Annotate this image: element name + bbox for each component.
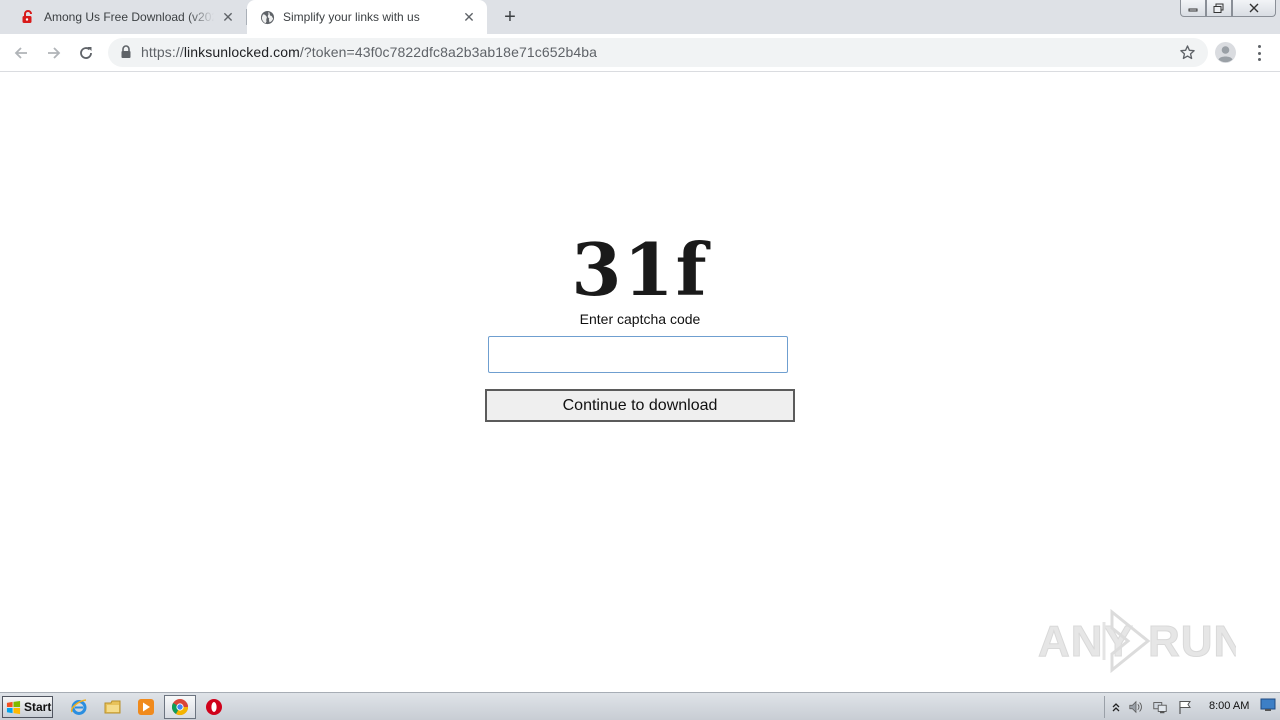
forward-button[interactable] bbox=[42, 41, 66, 65]
close-window-icon bbox=[1249, 3, 1259, 13]
url-host: linksunlocked.com bbox=[183, 44, 300, 60]
browser-menu-icon[interactable] bbox=[1251, 43, 1267, 63]
continue-to-download-button[interactable]: Continue to download bbox=[485, 389, 795, 422]
network-icon[interactable] bbox=[1152, 699, 1168, 715]
page-content: 31f Enter captcha code Continue to downl… bbox=[0, 72, 1280, 692]
taskbar-clock[interactable]: 8:00 AM bbox=[1209, 700, 1249, 712]
start-button[interactable]: Start bbox=[2, 696, 53, 718]
ie-icon[interactable] bbox=[68, 697, 90, 717]
lock-icon[interactable] bbox=[120, 45, 134, 59]
browser-toolbar: https://linksunlocked.com/?token=43f0c78… bbox=[0, 34, 1280, 72]
volume-icon[interactable] bbox=[1128, 699, 1144, 715]
restore-button[interactable] bbox=[1206, 0, 1232, 17]
windows-flag-icon bbox=[6, 700, 21, 714]
anyrun-watermark: ANY RUN bbox=[1036, 608, 1246, 674]
captcha-input[interactable] bbox=[488, 336, 788, 373]
svg-text:ANY: ANY bbox=[1038, 617, 1134, 666]
tab-strip: Among Us Free Download (v2020.9.9) ✕ Sim… bbox=[0, 0, 1280, 34]
screen: Among Us Free Download (v2020.9.9) ✕ Sim… bbox=[0, 0, 1280, 720]
windows-taskbar: Start 8:00 AM bbox=[0, 692, 1280, 720]
address-bar[interactable]: https://linksunlocked.com/?token=43f0c78… bbox=[108, 38, 1208, 67]
profile-avatar-icon[interactable] bbox=[1215, 42, 1236, 63]
close-icon[interactable]: ✕ bbox=[461, 9, 477, 25]
tray-divider bbox=[1104, 696, 1105, 718]
globe-icon bbox=[259, 9, 275, 25]
red-lock-icon bbox=[20, 9, 36, 25]
tab-title: Simplify your links with us bbox=[283, 10, 420, 24]
chrome-icon[interactable] bbox=[164, 695, 196, 719]
close-window-button[interactable] bbox=[1232, 0, 1276, 17]
close-icon[interactable]: ✕ bbox=[220, 9, 236, 25]
url-scheme: https:// bbox=[141, 44, 184, 60]
tab-simplify-links[interactable]: Simplify your links with us ✕ bbox=[247, 0, 487, 34]
chevron-up-icon[interactable] bbox=[1108, 699, 1124, 715]
explorer-folder-icon[interactable] bbox=[102, 697, 124, 717]
url-text: https://linksunlocked.com/?token=43f0c78… bbox=[141, 44, 597, 60]
url-path: /?token=43f0c7822dfc8a2b3ab18e71c652b4ba bbox=[299, 44, 598, 60]
show-desktop-icon[interactable] bbox=[1260, 698, 1276, 714]
reload-button[interactable] bbox=[74, 41, 98, 65]
bookmark-star-icon[interactable] bbox=[1179, 44, 1196, 61]
reload-icon bbox=[80, 47, 92, 59]
arrow-left-icon bbox=[14, 47, 27, 59]
window-controls bbox=[1180, 0, 1276, 18]
arrow-right-icon bbox=[48, 47, 61, 59]
svg-text:RUN: RUN bbox=[1148, 617, 1236, 666]
media-player-icon[interactable] bbox=[135, 697, 157, 717]
restore-icon bbox=[1213, 3, 1224, 13]
back-button[interactable] bbox=[9, 41, 33, 65]
tab-title: Among Us Free Download (v2020.9.9) bbox=[44, 10, 214, 24]
minimize-button[interactable] bbox=[1180, 0, 1206, 17]
new-tab-button[interactable]: + bbox=[498, 5, 522, 29]
start-label: Start bbox=[24, 700, 52, 714]
action-center-flag-icon[interactable] bbox=[1177, 699, 1193, 715]
minimize-icon bbox=[1188, 8, 1198, 12]
captcha-label: Enter captcha code bbox=[579, 311, 701, 327]
tab-among-us[interactable]: Among Us Free Download (v2020.9.9) ✕ bbox=[8, 0, 246, 34]
captcha-image: 31f bbox=[571, 227, 709, 312]
opera-icon[interactable] bbox=[203, 697, 225, 717]
